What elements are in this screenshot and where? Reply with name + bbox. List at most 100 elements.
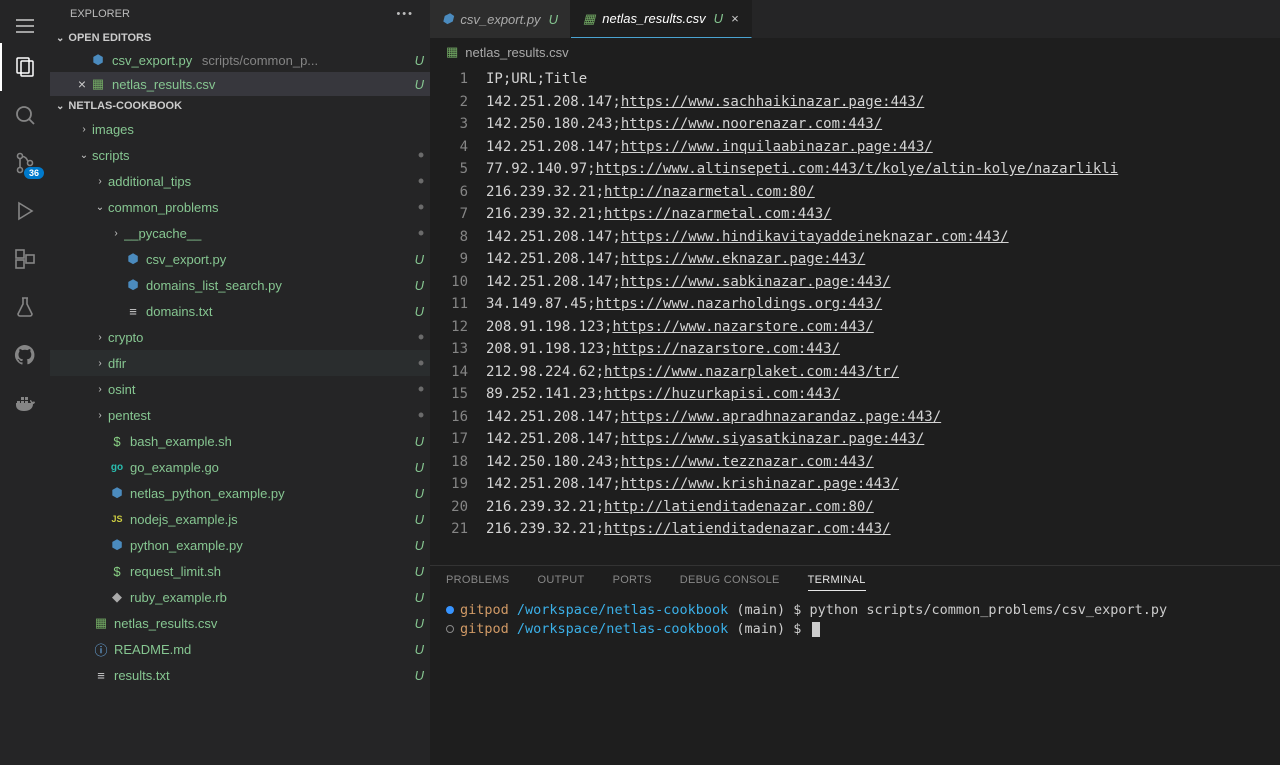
- file-item[interactable]: ≡results.txtU: [50, 662, 430, 688]
- py-icon: ⬢: [108, 485, 126, 501]
- url-link[interactable]: https://www.tezznazar.com:443/: [621, 454, 874, 470]
- url-link[interactable]: https://www.sachhaikinazar.page:443/: [621, 94, 924, 110]
- txt-icon: ≡: [92, 668, 110, 683]
- run-debug-icon[interactable]: [0, 187, 50, 235]
- js-icon: JS: [108, 514, 126, 524]
- file-item[interactable]: ◆ruby_example.rbU: [50, 584, 430, 610]
- bottom-panel: PROBLEMS OUTPUT PORTS DEBUG CONSOLE TERMINAL…: [430, 565, 1280, 765]
- url-link[interactable]: https://www.hindikavitayaddeineknazar.co…: [621, 229, 1009, 245]
- info-icon: ⓘ: [92, 640, 110, 659]
- open-editors-header[interactable]: ⌄OPEN EDITORS: [50, 28, 430, 48]
- scm-badge: 36: [24, 167, 44, 179]
- extensions-icon[interactable]: [0, 235, 50, 283]
- panel-tab-terminal[interactable]: TERMINAL: [808, 574, 866, 591]
- code-content[interactable]: IP;URL;Title142.251.208.147;https://www.…: [486, 66, 1280, 565]
- url-link[interactable]: https://www.inquilaabinazar.page:443/: [621, 139, 933, 155]
- editor-tab[interactable]: ▦netlas_results.csvU×: [571, 0, 752, 38]
- editor[interactable]: 123456789101112131415161718192021 IP;URL…: [430, 66, 1280, 565]
- more-icon[interactable]: •••: [396, 8, 414, 20]
- menu-icon[interactable]: [0, 8, 50, 43]
- folder-item[interactable]: ›osint•: [50, 376, 430, 402]
- rb-icon: ◆: [108, 589, 126, 605]
- git-status: U: [415, 512, 424, 527]
- explorer-icon[interactable]: [0, 43, 50, 91]
- file-item[interactable]: gogo_example.goU: [50, 454, 430, 480]
- url-link[interactable]: https://www.nazarholdings.org:443/: [596, 296, 883, 312]
- py-icon: ⬢: [442, 11, 453, 27]
- url-link[interactable]: https://www.nazarstore.com:443/: [612, 319, 873, 335]
- url-link[interactable]: https://www.nazarplaket.com:443/tr/: [604, 364, 899, 380]
- chevron-down-icon: ⌄: [92, 202, 108, 213]
- prompt-dot-icon: [446, 606, 454, 614]
- py-icon: ⬢: [124, 251, 142, 267]
- project-header[interactable]: ⌄NETLAS-COOKBOOK: [50, 96, 430, 116]
- sh-icon: $: [108, 434, 126, 449]
- file-item[interactable]: ⬢csv_export.pyU: [50, 246, 430, 272]
- git-status: U: [415, 538, 424, 553]
- folder-item[interactable]: ⌄common_problems•: [50, 194, 430, 220]
- git-status: U: [415, 460, 424, 475]
- url-link[interactable]: http://nazarmetal.com:80/: [604, 184, 815, 200]
- file-item[interactable]: ⬢netlas_python_example.pyU: [50, 480, 430, 506]
- panel-tab-debug-console[interactable]: DEBUG CONSOLE: [680, 574, 780, 591]
- source-control-icon[interactable]: 36: [0, 139, 50, 187]
- url-link[interactable]: https://www.siyasatkinazar.page:443/: [621, 431, 924, 447]
- chevron-right-icon: ›: [92, 410, 108, 421]
- txt-icon: ≡: [124, 304, 142, 319]
- editor-tab[interactable]: ⬢csv_export.pyU: [430, 0, 571, 38]
- close-icon[interactable]: ×: [731, 11, 739, 26]
- folder-item[interactable]: ›images: [50, 116, 430, 142]
- git-status: U: [415, 564, 424, 579]
- terminal[interactable]: gitpod /workspace/netlas-cookbook (main)…: [430, 597, 1280, 765]
- open-editor-item[interactable]: ×▦netlas_results.csvU: [50, 72, 430, 96]
- url-link[interactable]: https://www.sabkinazar.page:443/: [621, 274, 891, 290]
- git-status: •: [418, 151, 424, 159]
- breadcrumb[interactable]: ▦ netlas_results.csv: [430, 38, 1280, 66]
- editor-tabs: ⬢csv_export.pyU▦netlas_results.csvU×: [430, 0, 1280, 38]
- url-link[interactable]: https://huzurkapisi.com:443/: [604, 386, 840, 402]
- file-item[interactable]: $bash_example.shU: [50, 428, 430, 454]
- git-status: U: [415, 434, 424, 449]
- file-item[interactable]: JSnodejs_example.jsU: [50, 506, 430, 532]
- close-icon[interactable]: ×: [74, 76, 90, 92]
- docker-icon[interactable]: [0, 379, 50, 427]
- file-item[interactable]: ▦netlas_results.csvU: [50, 610, 430, 636]
- folder-item[interactable]: ›dfir•: [50, 350, 430, 376]
- file-item[interactable]: ⓘREADME.mdU: [50, 636, 430, 662]
- file-item[interactable]: $request_limit.shU: [50, 558, 430, 584]
- folder-item[interactable]: ›pentest•: [50, 402, 430, 428]
- chevron-right-icon: ›: [92, 332, 108, 343]
- url-link[interactable]: http://latienditadenazar.com:80/: [604, 499, 874, 515]
- folder-item[interactable]: ⌄scripts•: [50, 142, 430, 168]
- url-link[interactable]: https://www.apradhnazarandaz.page:443/: [621, 409, 941, 425]
- chevron-right-icon: ›: [92, 176, 108, 187]
- url-link[interactable]: https://www.krishinazar.page:443/: [621, 476, 899, 492]
- sidebar-title: EXPLORER: [70, 8, 130, 20]
- file-item[interactable]: ⬢domains_list_search.pyU: [50, 272, 430, 298]
- url-link[interactable]: https://www.noorenazar.com:443/: [621, 116, 882, 132]
- git-status: U: [714, 11, 723, 26]
- file-item[interactable]: ≡domains.txtU: [50, 298, 430, 324]
- search-icon[interactable]: [0, 91, 50, 139]
- folder-item[interactable]: ›crypto•: [50, 324, 430, 350]
- folder-item[interactable]: ›__pycache__•: [50, 220, 430, 246]
- file-item[interactable]: ⬢python_example.pyU: [50, 532, 430, 558]
- url-link[interactable]: https://nazarmetal.com:443/: [604, 206, 832, 222]
- git-status: U: [415, 642, 424, 657]
- url-link[interactable]: https://www.altinsepeti.com:443/t/kolye/…: [596, 161, 1119, 177]
- git-status: U: [549, 12, 558, 27]
- url-link[interactable]: https://nazarstore.com:443/: [612, 341, 840, 357]
- url-link[interactable]: https://latienditadenazar.com:443/: [604, 521, 891, 537]
- folder-item[interactable]: ›additional_tips•: [50, 168, 430, 194]
- csv-icon: ▦: [92, 615, 110, 631]
- chevron-right-icon: ›: [92, 358, 108, 369]
- flask-icon[interactable]: [0, 283, 50, 331]
- panel-tab-ports[interactable]: PORTS: [613, 574, 652, 591]
- prompt-dot-icon: [446, 625, 454, 633]
- panel-tab-problems[interactable]: PROBLEMS: [446, 574, 510, 591]
- panel-tab-output[interactable]: OUTPUT: [538, 574, 585, 591]
- open-editor-item[interactable]: ⬢csv_export.py scripts/common_p...U: [50, 48, 430, 72]
- url-link[interactable]: https://www.eknazar.page:443/: [621, 251, 865, 267]
- git-status: U: [415, 486, 424, 501]
- github-icon[interactable]: [0, 331, 50, 379]
